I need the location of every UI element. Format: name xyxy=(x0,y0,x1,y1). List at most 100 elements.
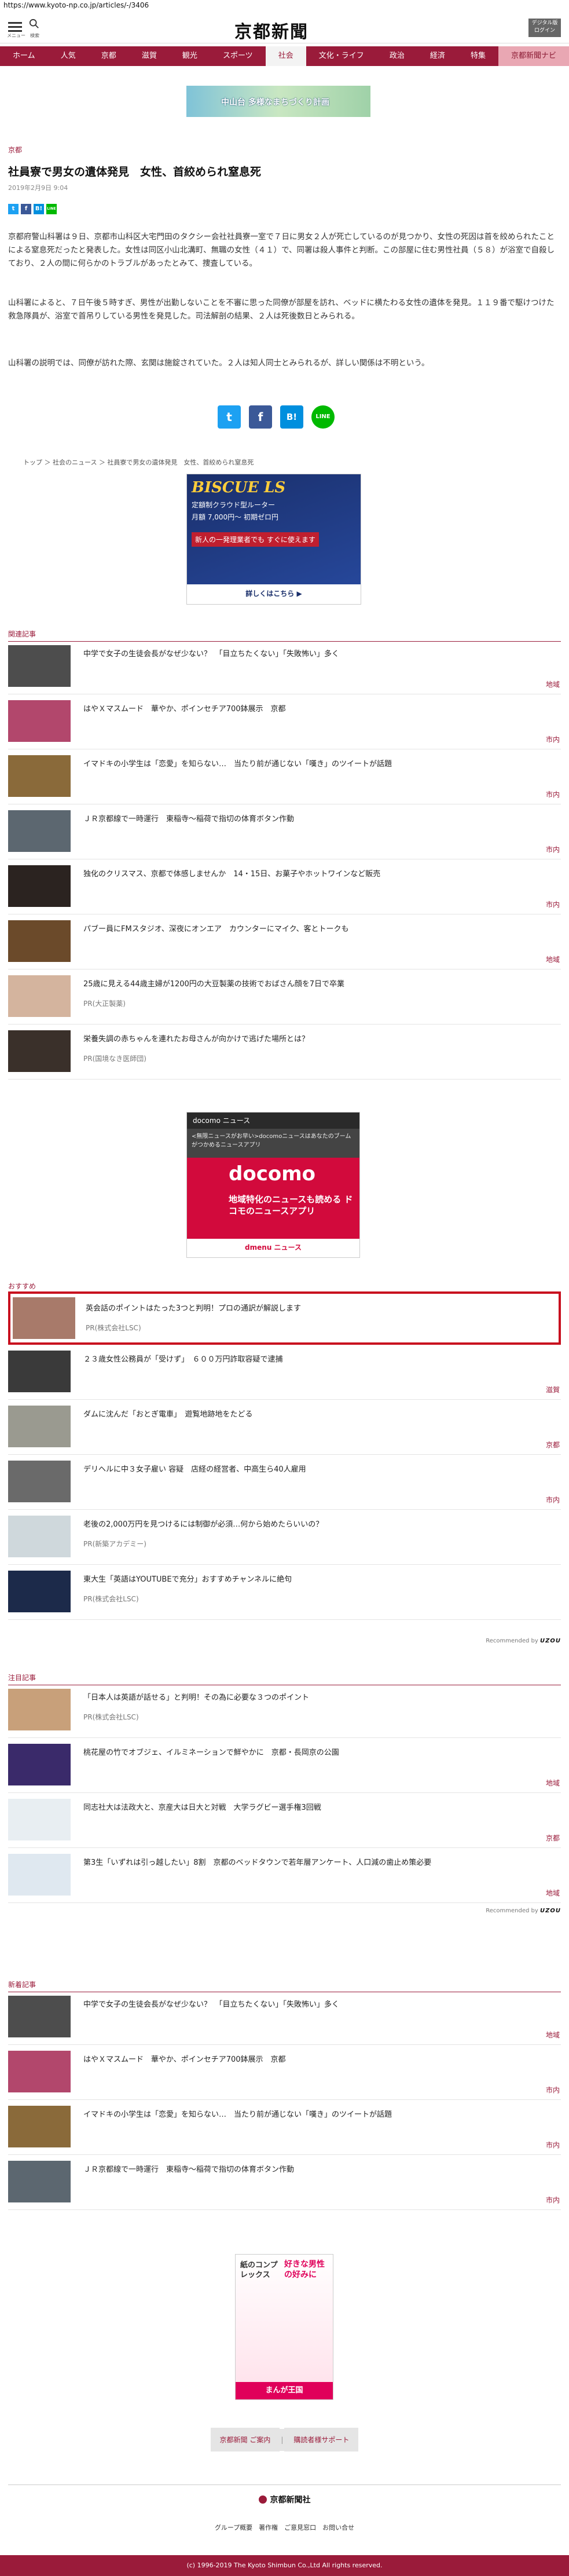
item-tag: 地域 xyxy=(545,2031,560,2039)
item-title: ダムに沈んだ「おとぎ電車」 遊覧地跡地をたどる xyxy=(83,1410,253,1419)
ad1-more[interactable]: 詳しくはこちら ▶ xyxy=(187,584,361,603)
list-item[interactable]: ＪＲ京都線で一時運行 東稲寺～稲荷で指切の体育ボタン作動 市内 xyxy=(8,2155,561,2210)
ad1-line3: 新人の一発理業者でも すぐに使えます xyxy=(192,532,319,547)
item-title: 東大生「英語はYOUTUBEで充分」おすすめチャンネルに絶句 xyxy=(83,1575,292,1584)
list-item[interactable]: はやＸマスムード 華やか、ポインセチア700鉢展示 京都市内 xyxy=(8,2045,561,2100)
list-item[interactable]: 中学で女子の生徒会長がなぜ少ない？ 「目立ちたくない」「失敗怖い」多く 地域 xyxy=(8,639,561,694)
thumbnail xyxy=(8,975,71,1017)
list-item[interactable]: 同志社大は法政大と、京産大は日大と対戦 大学ラグビー選手権3回戦 京都 xyxy=(8,1793,561,1848)
item-tag: 地域 xyxy=(545,1779,560,1787)
nav-item-kyoto[interactable]: 京都 xyxy=(89,46,129,66)
item-tag: 市内 xyxy=(545,2086,560,2094)
nav-item-navi[interactable]: 京都新聞ナビ xyxy=(498,46,569,66)
footer-links: 京都新聞 ご案内 | 購読者様サポート xyxy=(0,2428,569,2451)
line-share-button[interactable]: LINE xyxy=(311,405,335,429)
list-item[interactable]: イマドキの小学生は「恋愛」を知らない… 当たり前が通じない「嘆き」のツイートが話… xyxy=(8,749,561,804)
site-logo[interactable]: 京都新聞 xyxy=(234,17,309,43)
list-item[interactable]: ダムに沈んだ「おとぎ電車」 遊覧地跡地をたどる 京都 xyxy=(8,1400,561,1455)
thumbnail xyxy=(8,2051,71,2092)
hatena-share-button[interactable]: B! xyxy=(280,405,303,429)
list-item[interactable]: 「日本人は英語が話せる」と判明！その為に必要な３つのポイント PR(株式会社LSC… xyxy=(8,1683,561,1738)
footer-link-support[interactable]: 購読者様サポート xyxy=(284,2428,359,2451)
item-title: パブー員にFMスタジオ、深夜にオンエア カウンターにマイク、客とトークも xyxy=(83,925,349,934)
facebook-share-button[interactable]: f xyxy=(249,405,272,429)
browser-url[interactable]: https://www.kyoto-np.co.jp/articles/-/34… xyxy=(3,1,149,9)
logo-mark-icon xyxy=(258,2496,267,2504)
line-icon[interactable]: LINE xyxy=(46,204,57,214)
digital-login-button[interactable]: デジタル版 ログイン xyxy=(528,19,561,37)
ad3-line2: 紙のコンプレックス xyxy=(240,2261,278,2279)
nav-item-sports[interactable]: スポーツ xyxy=(210,46,266,66)
nav-item-popular[interactable]: 人気 xyxy=(48,46,89,66)
item-title: イマドキの小学生は「恋愛」を知らない… 当たり前が通じない「嘆き」のツイートが話… xyxy=(83,2110,392,2119)
docomo-ad[interactable]: docomo ニュース <無限ニュースがお早い>docomoニュースはあなたのブ… xyxy=(186,1112,360,1258)
manga-ad[interactable]: 好きな男性の好みに 紙のコンプレックス まんが王国 xyxy=(235,2254,333,2400)
list-item[interactable]: デリヘルに中３女子雇い 容疑 店経の経営者、中高生ら40人雇用 市内 xyxy=(8,1455,561,1510)
list-item[interactable]: ＪＲ京都線で一時運行 東稲寺～稲荷で指切の体育ボタン作動市内 xyxy=(8,804,561,859)
item-sponsor: PR(株式会社LSC) xyxy=(83,1713,139,1721)
item-tag: 市内 xyxy=(545,1496,560,1504)
item-title: はやＸマスムード 華やか、ポインセチア700鉢展示 京都 xyxy=(83,2055,286,2064)
search-icon[interactable] xyxy=(29,19,39,29)
nav-item-special[interactable]: 特集 xyxy=(458,46,498,66)
thumbnail xyxy=(8,1461,71,1502)
list-item[interactable]: イマドキの小学生は「恋愛」を知らない… 当たり前が通じない「嘆き」のツイートが話… xyxy=(8,2100,561,2155)
top-banner-text: 中山台 多様なまちづくり計画 xyxy=(221,98,329,107)
hatena-icon[interactable]: B! xyxy=(34,204,44,214)
item-tag: 市内 xyxy=(545,791,560,799)
ad2-line2: 地域特化のニュースも読める ドコモのニュースアプリ xyxy=(229,1194,353,1216)
twitter-share-button[interactable]: t xyxy=(218,405,241,429)
ad1-line1: 定額制クラウド型ルーター xyxy=(192,501,276,509)
item-title: ＪＲ京都線で一時運行 東稲寺～稲荷で指切の体育ボタン作動 xyxy=(83,815,295,824)
list-item[interactable]: ２３歳女性公務員が「受けず」 ６００万円詐取容疑で逮捕 滋賀 xyxy=(8,1345,561,1400)
item-tag: 市内 xyxy=(545,901,560,909)
ad2-logo: docomo xyxy=(229,1162,315,1185)
footer-link-guide[interactable]: 京都新聞 ご案内 xyxy=(210,2428,280,2451)
list-item[interactable]: 英会話のポイントはたった3つと判明！プロの通訳が解説します PR(株式会社LSC) xyxy=(8,1291,561,1345)
menu-caption: メニュー xyxy=(7,33,25,38)
thumbnail xyxy=(8,645,71,687)
list-item[interactable]: 中学で女子の生徒会長がなぜ少ない？ 「目立ちたくない」「失敗怖い」多く地域 xyxy=(8,1990,561,2045)
item-tag: 市内 xyxy=(545,736,560,744)
nav-item-society[interactable]: 社会 xyxy=(265,46,306,66)
list-item[interactable]: 東大生「英語はYOUTUBEで充分」おすすめチャンネルに絶句 PR(株式会社LSC… xyxy=(8,1565,561,1620)
nav-item-economy[interactable]: 経済 xyxy=(417,46,458,66)
top-banner-ad[interactable]: 中山台 多様なまちづくり計画 xyxy=(186,86,370,117)
recommended-by[interactable]: Recommended by UZOU xyxy=(486,1908,561,1914)
ad1-brand: BISCUE LS xyxy=(192,479,286,496)
item-tag: 市内 xyxy=(545,846,560,854)
article-category[interactable]: 京都 xyxy=(8,145,22,155)
nav-item-home[interactable]: ホーム xyxy=(0,46,48,66)
facebook-icon[interactable]: f xyxy=(21,204,31,214)
list-item[interactable]: はやＸマスムード 華やか、ポインセチア700鉢展示 京都 市内 xyxy=(8,694,561,749)
thumbnail xyxy=(8,1799,71,1840)
recommended-by[interactable]: Recommended by UZOU xyxy=(486,1638,561,1644)
article-paragraph: 京都府警山科署は９日、京都市山科区大宅門田のタクシー会社社員寮一室で７日に男女２… xyxy=(8,232,555,268)
list-item[interactable]: 老後の2,000万円を見つけるには制御が必須…何から始めたらいいの？ PR(新築ア… xyxy=(8,1510,561,1565)
nav-item-politics[interactable]: 政治 xyxy=(377,46,417,66)
list-item[interactable]: 25歳に見える44歳主婦が1200円の大豆製薬の技術でおばさん顔を7日で卒業 PR… xyxy=(8,969,561,1024)
nav-item-culture[interactable]: 文化・ライフ xyxy=(306,46,377,66)
breadcrumb[interactable]: トップ ＞ 社会のニュース ＞ 社員寮で男女の遺体発見 女性、首絞められ窒息死 xyxy=(23,458,254,467)
nav-item-tourism[interactable]: 観光 xyxy=(170,46,210,66)
thumbnail xyxy=(8,1516,71,1557)
item-title: 中学で女子の生徒会長がなぜ少ない？ 「目立ちたくない」「失敗怖い」多く xyxy=(83,2000,340,2009)
item-title: ２３歳女性公務員が「受けず」 ６００万円詐取容疑で逮捕 xyxy=(83,1355,283,1364)
digital-sub: ログイン xyxy=(534,28,555,34)
ad2-footer: dmenu ニュース xyxy=(245,1243,302,1252)
thumbnail xyxy=(8,1030,71,1072)
twitter-icon[interactable]: t xyxy=(8,204,19,214)
biscue-ad[interactable]: BISCUE LS 定額制クラウド型ルーター 月額 7,000円～ 初期ゼロ円 … xyxy=(186,474,361,605)
main-nav: ホーム 人気 京都 滋賀 観光 スポーツ 社会 文化・ライフ 政治 経済 特集 … xyxy=(0,46,569,66)
item-sponsor: PR(株式会社LSC) xyxy=(83,1595,139,1603)
list-item[interactable]: パブー員にFMスタジオ、深夜にオンエア カウンターにマイク、客とトークも 地域 xyxy=(8,914,561,969)
list-item[interactable]: 第3生「いずれは引っ越したい」8割 京都のベッドタウンで若年層アンケート、人口減… xyxy=(8,1848,561,1903)
list-item[interactable]: 独化のクリスマス、京都で体感しませんか 14・15日、お菓子やホットワインなど販… xyxy=(8,859,561,914)
list-item[interactable]: 栄養失調の赤ちゃんを連れたお母さんが向かけで逃げた場所とは？ PR(国境なき医師団… xyxy=(8,1024,561,1080)
nav-item-shiga[interactable]: 滋賀 xyxy=(129,46,170,66)
footer-nav[interactable]: グループ概要 著作権 ご意見窓口 お問い合せ xyxy=(0,2523,569,2532)
footer-logo[interactable]: 京都新聞社 xyxy=(0,2494,569,2505)
list-item[interactable]: 桃花屋の竹でオブジェ、イルミネーションで鮮やかに 京都・長岡京の公園 地域 xyxy=(8,1738,561,1793)
item-title: 英会話のポイントはたった3つと判明！プロの通訳が解説します xyxy=(86,1304,302,1313)
item-title: ＪＲ京都線で一時運行 東稲寺～稲荷で指切の体育ボタン作動 xyxy=(83,2165,295,2174)
